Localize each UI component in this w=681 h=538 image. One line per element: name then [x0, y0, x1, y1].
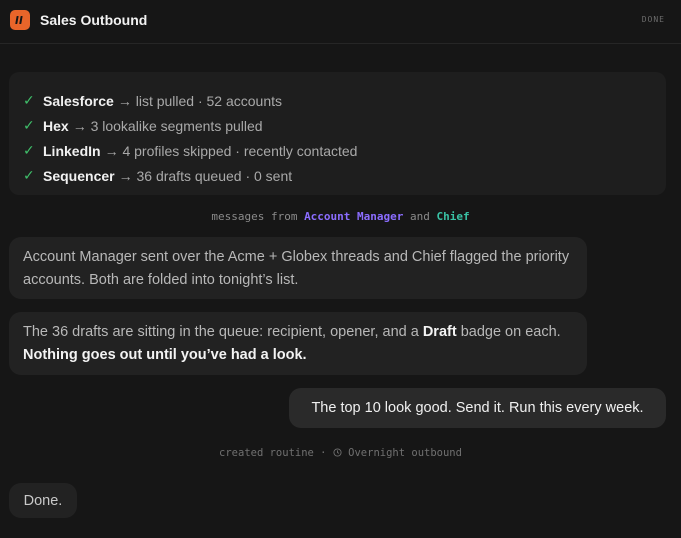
step-row: ✓ Hex → 3 lookalike segments pulled: [23, 113, 652, 138]
routine-name: Overnight outbound: [348, 447, 462, 459]
page-title: Sales Outbound: [40, 12, 148, 28]
steps-card: ✓ Salesforce → list pulled · 52 accounts…: [9, 72, 666, 195]
routine-prefix: created routine ·: [219, 447, 327, 459]
user-message-text: The top 10 look good. Send it. Run this …: [311, 400, 644, 416]
draft-badge-text: Draft: [422, 324, 457, 340]
brand-logo-icon: [10, 10, 30, 30]
message-text: Done.: [23, 492, 63, 509]
assistant-message: Account Manager sent over the Acme + Glo…: [9, 237, 587, 299]
step-row: ✓ Sequencer → 36 drafts queued · 0 sent: [23, 163, 652, 188]
routine-created-label: created routine · Overnight outbound: [0, 447, 681, 459]
step-row: ✓ Salesforce → list pulled · 52 accounts: [23, 88, 652, 113]
check-icon: ✓: [23, 167, 35, 183]
step-detail: → 4 profiles skipped · recently contacte…: [104, 142, 358, 159]
step-name: LinkedIn: [43, 142, 101, 159]
agent-account-manager: Account Manager: [304, 210, 404, 223]
step-row: ✓ LinkedIn → 4 profiles skipped · recent…: [23, 138, 652, 163]
assistant-message: Done.: [9, 483, 77, 518]
assistant-message: The 36 drafts are sitting in the queue: …: [9, 312, 587, 375]
step-name: Sequencer: [43, 167, 115, 184]
step-detail: → list pulled · 52 accounts: [117, 92, 283, 109]
check-icon: ✓: [23, 142, 35, 158]
step-detail: → 36 drafts queued · 0 sent: [118, 167, 293, 184]
agent-chief: Chief: [436, 210, 470, 223]
step-name: Hex: [43, 117, 69, 134]
check-icon: ✓: [23, 117, 35, 133]
check-icon: ✓: [23, 92, 35, 108]
message-text: Account Manager sent over the Acme + Glo…: [23, 249, 570, 288]
step-name: Salesforce: [43, 92, 114, 109]
messages-from-joiner: and: [410, 210, 430, 223]
header: Sales Outbound DONE: [0, 0, 681, 44]
message-text: badge on each.: [460, 324, 561, 340]
message-emphasis: Nothing goes out until you’ve had a look…: [23, 347, 307, 363]
message-text: The 36 drafts are sitting in the queue: …: [23, 324, 419, 340]
messages-from-prefix: messages from: [211, 210, 298, 223]
clock-icon: [333, 447, 348, 459]
messages-from-label: messages from Account Manager and Chief: [0, 210, 681, 223]
user-message: The top 10 look good. Send it. Run this …: [289, 388, 666, 428]
step-detail: → 3 lookalike segments pulled: [72, 117, 263, 134]
status-badge: DONE: [641, 15, 665, 24]
